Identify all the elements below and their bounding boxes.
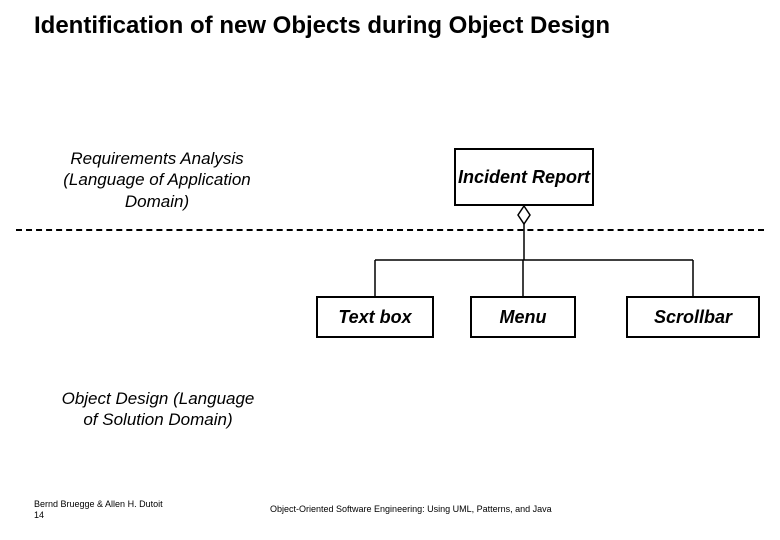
incident-report-box: Incident Report — [454, 148, 594, 206]
footer-authors: Bernd Bruegge & Allen H. Dutoit 14 — [34, 499, 163, 522]
slide-title: Identification of new Objects during Obj… — [34, 12, 634, 41]
menu-text: Menu — [500, 307, 547, 328]
objectdesign-label: Object Design (Language of Solution Doma… — [58, 388, 258, 431]
scrollbar-box: Scrollbar — [626, 296, 760, 338]
menu-box: Menu — [470, 296, 576, 338]
incident-report-text: Incident Report — [458, 167, 590, 188]
uml-connectors — [0, 0, 780, 540]
footer-page-number: 14 — [34, 510, 44, 520]
domain-divider — [16, 229, 764, 231]
requirements-label: Requirements Analysis (Language of Appli… — [42, 148, 272, 212]
textbox-text: Text box — [338, 307, 411, 328]
footer-authors-text: Bernd Bruegge & Allen H. Dutoit — [34, 499, 163, 509]
footer-book: Object-Oriented Software Engineering: Us… — [270, 504, 552, 514]
scrollbar-text: Scrollbar — [654, 307, 732, 328]
textbox-box: Text box — [316, 296, 434, 338]
